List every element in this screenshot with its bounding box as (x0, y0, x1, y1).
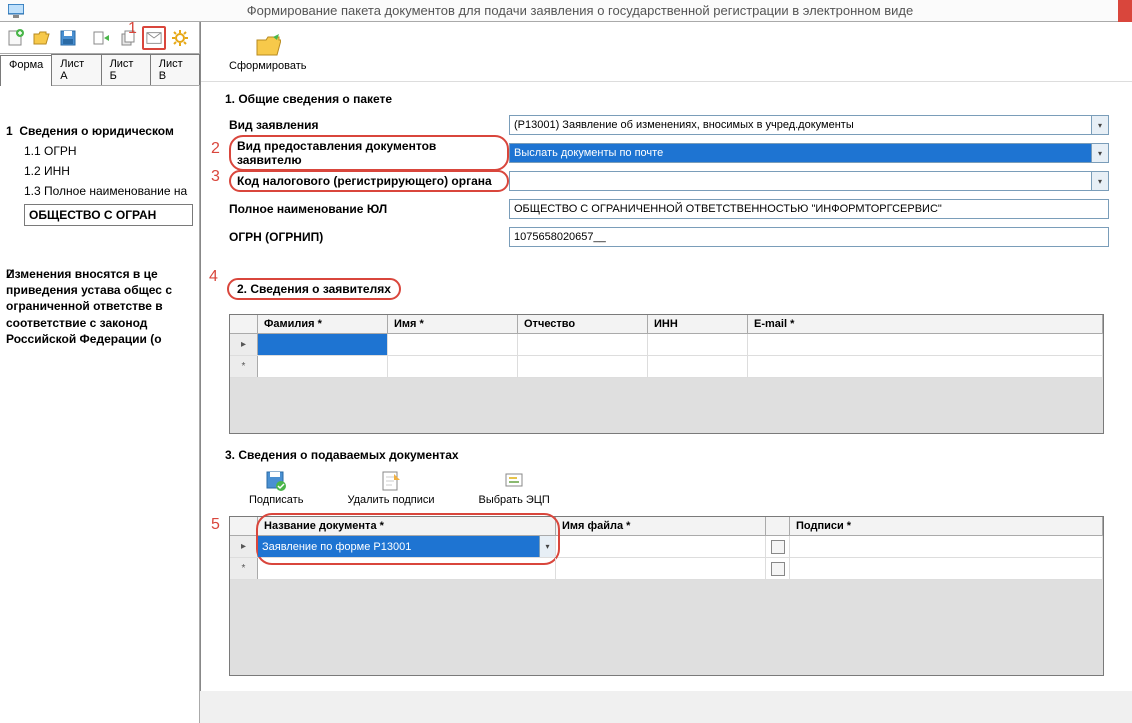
sign-button[interactable]: Подписать (241, 468, 311, 508)
hdr-inn[interactable]: ИНН (648, 315, 748, 333)
ogrn-label: ОГРН (ОГРНИП) (229, 230, 509, 244)
main-panel: Сформировать 1. Общие сведения о пакете … (200, 22, 1132, 691)
section2-title: 2. Сведения о заявителях (227, 278, 401, 300)
form-package-label: Сформировать (229, 60, 307, 72)
nav-section-1[interactable]: 1 Сведения о юридическом (6, 124, 193, 138)
left-toolbar (0, 22, 200, 54)
vid-pred-label: Вид предоставления документов заявителю (229, 135, 509, 171)
close-icon[interactable] (1118, 0, 1132, 22)
annotation-2: 2 (211, 140, 220, 158)
sign-label: Подписать (249, 494, 303, 506)
doc-name-select[interactable]: Заявление по форме Р13001 ▾ (258, 536, 556, 557)
nav-1-3-value: ОБЩЕСТВО С ОГРАН (24, 204, 193, 226)
table-row[interactable]: ▸ Заявление по форме Р13001 ▾ (230, 536, 1103, 558)
save-button[interactable] (56, 26, 80, 50)
table-row[interactable]: ▸ (230, 334, 1103, 356)
titlebar: Формирование пакета документов для подач… (0, 0, 1132, 22)
hdr-filename[interactable]: Имя файла * (556, 517, 766, 535)
unsign-label: Удалить подписи (347, 494, 434, 506)
nav-1-3[interactable]: 1.3 Полное наименование на (6, 184, 193, 198)
form-package-button[interactable]: Сформировать (221, 30, 315, 74)
tab-listA[interactable]: Лист А (51, 54, 101, 85)
checkbox[interactable] (771, 540, 785, 554)
doc-right-button[interactable] (90, 26, 114, 50)
tab-forma[interactable]: Форма (0, 55, 52, 86)
hdr-otch[interactable]: Отчество (518, 315, 648, 333)
tab-listV[interactable]: Лист В (150, 54, 200, 85)
annotation-1: 1 (128, 20, 137, 38)
row-star-icon: * (230, 558, 258, 579)
new-file-button[interactable] (4, 26, 28, 50)
left-panel: 1 Сведения о юридическом 1.1 ОГРН 1.2 ИН… (0, 86, 200, 723)
tabs: Форма Лист А Лист Б Лист В (0, 54, 200, 86)
tab-listB[interactable]: Лист Б (101, 54, 151, 85)
docs-toolbar: Подписать Удалить подписи Выбрать ЭЦП (241, 468, 1132, 508)
nav-1-1[interactable]: 1.1 ОГРН (6, 144, 193, 158)
gear-button[interactable] (168, 26, 192, 50)
section3-title: 3. Сведения о подаваемых документах (225, 448, 1132, 462)
nav-section-2[interactable]: 2 Изменения вносятся в це приведения уст… (6, 266, 193, 347)
checkbox[interactable] (771, 562, 785, 576)
nav-1-2[interactable]: 1.2 ИНН (6, 164, 193, 178)
main-toolbar: Сформировать (201, 22, 1132, 82)
vid-pred-select[interactable]: Выслать документы по почте (509, 143, 1109, 163)
hdr-docname[interactable]: Название документа * (258, 517, 556, 535)
open-file-button[interactable] (30, 26, 54, 50)
ecp-label: Выбрать ЭЦП (479, 494, 550, 506)
monitor-icon (8, 4, 24, 18)
documents-grid[interactable]: Название документа * Имя файла * Подписи… (229, 516, 1104, 676)
hdr-imya[interactable]: Имя * (388, 315, 518, 333)
table-row[interactable]: * (230, 356, 1103, 378)
hdr-signatures[interactable]: Подписи * (790, 517, 1103, 535)
applicants-grid[interactable]: Фамилия * Имя * Отчество ИНН E-mail * ▸ … (229, 314, 1104, 434)
choose-ecp-button[interactable]: Выбрать ЭЦП (471, 468, 558, 508)
polnoe-label: Полное наименование ЮЛ (229, 202, 509, 216)
annotation-3: 3 (211, 168, 220, 186)
hdr-email[interactable]: E-mail * (748, 315, 1103, 333)
row-pointer-icon: ▸ (230, 536, 258, 557)
unsign-button[interactable]: Удалить подписи (339, 468, 442, 508)
page-title: Формирование пакета документов для подач… (36, 3, 1124, 18)
section1-title: 1. Общие сведения о пакете (225, 92, 1132, 106)
chevron-down-icon[interactable]: ▾ (539, 536, 555, 557)
table-row[interactable]: * (230, 558, 1103, 580)
vid-zayav-label: Вид заявления (229, 118, 509, 132)
mail-button[interactable] (142, 26, 166, 50)
row-pointer-icon: ▸ (230, 334, 258, 355)
vid-zayav-select[interactable]: (Р13001) Заявление об изменениях, вносим… (509, 115, 1109, 135)
annotation-4: 4 (209, 268, 218, 286)
polnoe-input[interactable]: ОБЩЕСТВО С ОГРАНИЧЕННОЙ ОТВЕТСТВЕННОСТЬЮ… (509, 199, 1109, 219)
hdr-fam[interactable]: Фамилия * (258, 315, 388, 333)
kod-nalog-select[interactable] (509, 171, 1109, 191)
annotation-5: 5 (211, 516, 220, 534)
kod-nalog-label: Код налогового (регистрирующего) органа (229, 170, 509, 192)
row-star-icon: * (230, 356, 258, 377)
ogrn-input[interactable]: 1075658020657__ (509, 227, 1109, 247)
